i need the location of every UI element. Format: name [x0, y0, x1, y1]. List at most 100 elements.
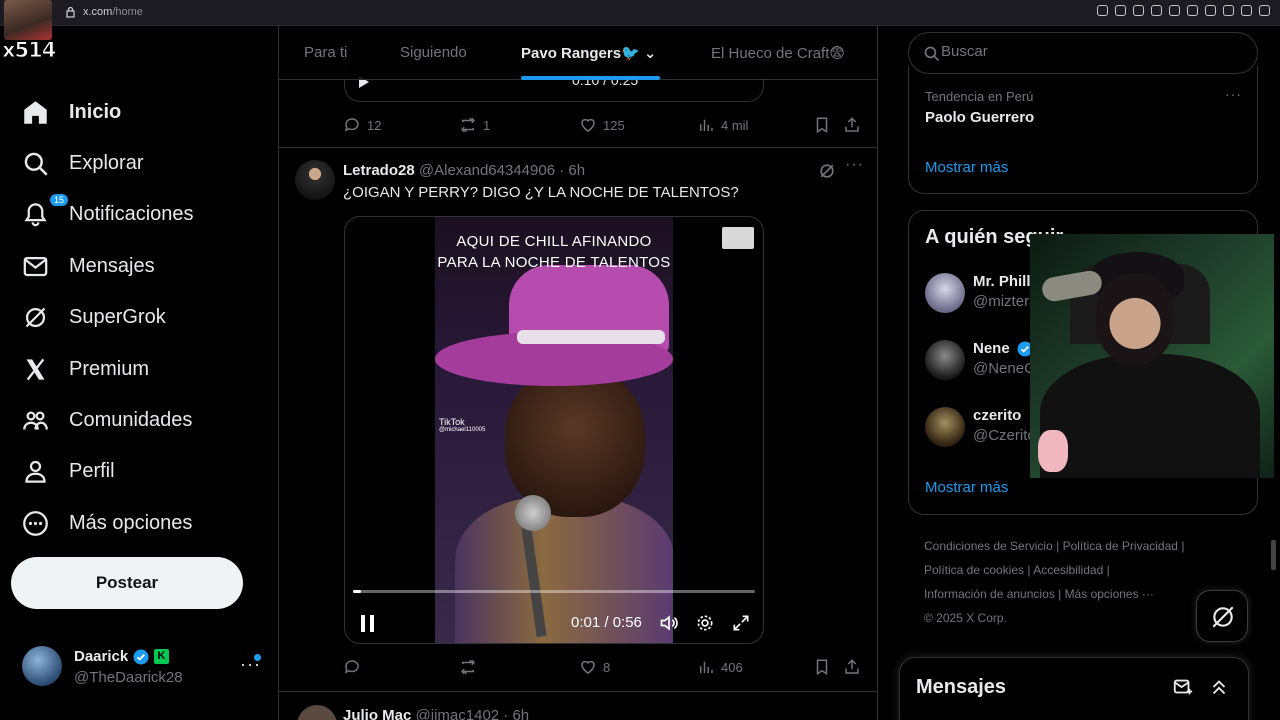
tab-siguiendo[interactable]: Siguiendo [400, 44, 467, 61]
nav-item-comunidades[interactable]: Comunidades [22, 400, 192, 440]
show-more-link[interactable]: Mostrar más [925, 159, 1008, 176]
stream-overlay: x514 [0, 0, 57, 64]
download-icon[interactable] [722, 227, 754, 249]
avatar [22, 646, 62, 686]
nav-item-supergrok[interactable]: SuperGrok [22, 297, 166, 337]
reply-button[interactable]: 12 [343, 116, 381, 134]
new-message-icon[interactable] [1172, 676, 1194, 698]
repost-count: 1 [483, 117, 491, 133]
grok-icon[interactable] [817, 161, 837, 181]
views-button[interactable]: 406 [697, 658, 743, 676]
tab-el-hueco-de-craft[interactable]: El Hueco de Craft😨 [711, 44, 845, 62]
address-bar[interactable]: x.com/home [83, 6, 143, 18]
search-bar[interactable] [908, 32, 1258, 74]
person-icon [25, 460, 46, 483]
footer-link[interactable]: Accesibilidad [1033, 563, 1103, 577]
trends-card: Tendencia en Perú Paolo Guerrero ··· Mos… [908, 66, 1258, 194]
pause-icon[interactable] [361, 615, 375, 632]
tab-para-ti[interactable]: Para ti [304, 44, 347, 61]
repost-button[interactable] [459, 658, 483, 676]
webcam-mascot [1038, 430, 1068, 472]
streamer-thumbnail [4, 0, 52, 40]
settings-gear-icon[interactable] [695, 613, 715, 633]
suggestion-name: Mr. Phill [973, 273, 1031, 290]
video-caption-line-1: AQUI DE CHILL AFINANDO [456, 233, 652, 250]
nav-label: Mensajes [69, 254, 155, 277]
reply-icon [344, 660, 359, 674]
menu-icon[interactable] [1259, 5, 1270, 16]
search-icon [924, 46, 940, 62]
affiliate-badge: K [154, 649, 169, 664]
views-button[interactable]: 4 mil [697, 116, 748, 134]
nav-item-premium[interactable]: Premium [22, 349, 149, 389]
account-switcher[interactable]: Daarick K @TheDaarick28 ··· [22, 646, 268, 688]
tweet-author-name[interactable]: Letrado28 [343, 162, 415, 179]
nav-item-notificaciones[interactable]: 15 Notificaciones [22, 194, 194, 234]
tweet-text: ¿OIGAN Y PERRY? DIGO ¿Y LA NOCHE DE TALE… [343, 184, 739, 201]
view-count: 406 [721, 659, 743, 675]
nav-item-explorar[interactable]: Explorar [22, 143, 143, 183]
footer-link[interactable]: Política de cookies [924, 563, 1024, 577]
share-button[interactable] [843, 116, 861, 134]
repost-button[interactable]: 1 [459, 116, 490, 134]
share-button[interactable] [843, 658, 861, 676]
next-tweet-author[interactable]: Julio Mac [343, 707, 411, 720]
bookmark-button[interactable] [813, 116, 831, 134]
avatar[interactable] [295, 160, 335, 200]
reply-button[interactable] [343, 658, 367, 676]
play-icon[interactable] [1187, 5, 1198, 16]
heart-icon[interactable] [1205, 5, 1216, 16]
video-progress-bar[interactable] [353, 590, 755, 593]
download-icon[interactable] [1241, 5, 1252, 16]
bookmark-button[interactable] [813, 658, 831, 676]
browser-toolbar: x.com/home [0, 0, 1280, 26]
mail-icon[interactable] [1169, 5, 1180, 16]
footer-link[interactable]: Más opciones ··· [1065, 587, 1154, 601]
pin-icon[interactable] [1115, 5, 1126, 16]
footer-link[interactable]: Información de anuncios [924, 587, 1055, 601]
nav-item-mensajes[interactable]: Mensajes [22, 246, 155, 286]
trend-topic[interactable]: Paolo Guerrero [925, 109, 1034, 126]
grok-icon [1212, 606, 1234, 628]
copyright: © 2025 X Corp. [924, 611, 1007, 625]
browser-extension-icons [1097, 5, 1270, 16]
nav-item-inicio[interactable]: Inicio [22, 92, 121, 132]
tab-pavo-rangers[interactable]: Pavo Rangers🐦 ⌄ [521, 44, 656, 62]
tweet-actions: 8 406 [343, 658, 863, 678]
post-button[interactable]: Postear [11, 557, 243, 609]
search-input[interactable] [941, 43, 1241, 60]
nav-label: Comunidades [69, 408, 193, 431]
account-handle: @TheDaarick28 [74, 669, 183, 686]
nav-label: Más opciones [69, 511, 193, 534]
extensions-icon[interactable] [1223, 5, 1234, 16]
show-more-link[interactable]: Mostrar más [925, 479, 1008, 496]
people-icon [23, 411, 48, 430]
like-button[interactable]: 8 [579, 658, 610, 676]
bookmark-icon[interactable] [1133, 5, 1144, 16]
scrollbar[interactable] [1271, 540, 1276, 570]
like-button[interactable]: 125 [579, 116, 625, 134]
footer-link[interactable]: Política de Privacidad [1063, 539, 1178, 553]
nav-item-mas-opciones[interactable]: Más opciones [22, 503, 192, 543]
messages-drawer[interactable]: Mensajes [899, 657, 1249, 720]
share-icon [845, 659, 859, 674]
avatar[interactable] [297, 705, 337, 720]
tweet-timestamp[interactable]: · 6h [559, 162, 585, 179]
fullscreen-icon[interactable] [731, 613, 751, 633]
video-time: 0:01 / 0:56 [571, 614, 642, 631]
trend-more-icon[interactable]: ··· [1225, 86, 1242, 102]
volume-icon[interactable] [659, 613, 679, 633]
tweet-header: Letrado28 @Alexand64344906 · 6h [343, 162, 585, 179]
unread-dot [254, 654, 261, 661]
repost-icon [460, 117, 476, 133]
footer-link[interactable]: Condiciones de Servicio [924, 539, 1053, 553]
tweet-video-player[interactable]: AQUI DE CHILL AFINANDO PARA LA NOCHE DE … [344, 216, 764, 644]
zoom-icon[interactable] [1097, 5, 1108, 16]
grok-floating-button[interactable] [1196, 590, 1248, 642]
tweet-author-handle[interactable]: @Alexand64344906 [419, 162, 555, 179]
tweet-more-icon[interactable]: ··· [845, 156, 864, 174]
nav-item-perfil[interactable]: Perfil [22, 451, 115, 491]
chevron-double-up-icon[interactable] [1208, 676, 1230, 698]
suggestion-handle: @mizter [973, 293, 1030, 310]
shield-icon[interactable] [1151, 5, 1162, 16]
